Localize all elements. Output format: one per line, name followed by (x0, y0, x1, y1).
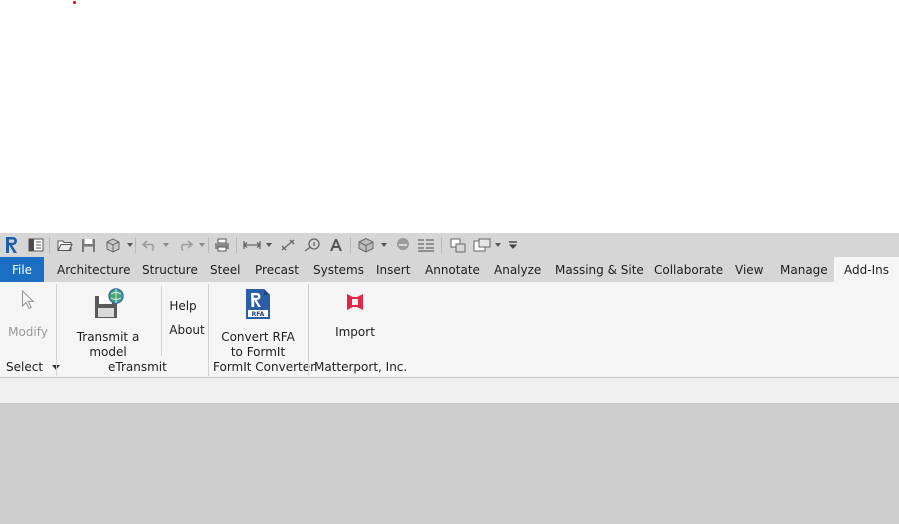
measure-icon[interactable] (243, 237, 261, 253)
rfa-badge: RFA (252, 311, 265, 318)
quick-access-toolbar (0, 233, 899, 257)
sync-cloud-icon[interactable] (104, 237, 122, 253)
cursor-arrow-icon (4, 290, 52, 316)
toolbar-separator (441, 237, 442, 253)
toolbar-separator (135, 237, 136, 253)
open-folder-icon[interactable] (56, 237, 73, 253)
tab-manage[interactable]: Manage (780, 257, 828, 282)
tab-massing-site[interactable]: Massing & Site (555, 257, 644, 282)
toolbar-separator (350, 237, 351, 253)
switch-windows-icon[interactable] (473, 237, 491, 253)
convert-rfa-label-line1: Convert RFA (221, 330, 295, 344)
tab-view[interactable]: View (735, 257, 763, 282)
tab-structure[interactable]: Structure (142, 257, 198, 282)
toolbar-separator (208, 237, 209, 253)
tab-collaborate[interactable]: Collaborate (654, 257, 723, 282)
panel-label-formit-converter: FormIt Converter (213, 360, 316, 374)
undo-icon[interactable] (141, 237, 158, 253)
customize-toolbar-icon[interactable] (507, 237, 519, 253)
ribbon-tab-bar: File Architecture Structure Steel Precas… (0, 257, 899, 282)
close-hidden-windows-icon[interactable] (449, 237, 466, 253)
ribbon-panel-area: Modify Select Transmit a model Help Abou… (0, 282, 899, 378)
tab-systems[interactable]: Systems (313, 257, 364, 282)
panel-label-etransmit: eTransmit (108, 360, 167, 374)
tab-add-ins[interactable]: Add-Ins (834, 257, 899, 282)
chevron-down-icon[interactable] (163, 243, 169, 247)
rfa-file-icon: RFA (215, 288, 301, 320)
transmit-model-icon (60, 288, 156, 320)
matterport-import-button[interactable]: Import (330, 292, 380, 340)
toolbar-separator (49, 237, 50, 253)
chevron-down-icon[interactable] (266, 243, 272, 247)
section-icon[interactable] (394, 237, 411, 253)
chevron-down-icon[interactable] (127, 243, 133, 247)
workspace-area (0, 404, 899, 524)
panel-separator (161, 286, 162, 356)
convert-rfa-button[interactable]: RFA Convert RFA to FormIt (215, 288, 301, 360)
canvas-point-marker (73, 1, 76, 4)
tab-steel[interactable]: Steel (210, 257, 240, 282)
tab-annotate[interactable]: Annotate (425, 257, 480, 282)
panel-label-matterport: Matterport, Inc. (314, 360, 408, 374)
tab-insert[interactable]: Insert (376, 257, 410, 282)
default-3d-view-icon[interactable] (357, 237, 375, 253)
panel-label-select[interactable]: Select (6, 359, 60, 375)
text-icon[interactable] (327, 237, 344, 253)
chevron-down-icon[interactable] (381, 243, 387, 247)
transmit-model-button[interactable]: Transmit a model (60, 288, 156, 360)
save-icon[interactable] (80, 237, 97, 253)
chevron-down-icon[interactable] (199, 243, 205, 247)
toolbar-separator (236, 237, 237, 253)
modify-label: Modify (8, 325, 48, 339)
drawing-canvas[interactable] (0, 0, 899, 233)
panel-separator (56, 284, 57, 376)
about-button[interactable]: About (166, 323, 208, 338)
panel-separator (308, 284, 309, 376)
modify-button[interactable]: Modify (4, 290, 52, 340)
convert-rfa-label-line2: to FormIt (230, 345, 286, 359)
tab-analyze[interactable]: Analyze (494, 257, 541, 282)
tag-icon[interactable] (303, 237, 320, 253)
revit-logo-icon[interactable] (4, 237, 20, 253)
tab-file[interactable]: File (0, 257, 44, 282)
chevron-down-icon[interactable] (495, 243, 501, 247)
help-button[interactable]: Help (166, 299, 200, 314)
options-bar (0, 378, 899, 404)
recent-files-icon[interactable] (27, 237, 44, 253)
import-label: Import (335, 325, 375, 339)
panel-separator (208, 284, 209, 376)
redo-icon[interactable] (176, 237, 193, 253)
matterport-logo-icon (330, 292, 380, 320)
print-icon[interactable] (213, 237, 230, 253)
aligned-dimension-icon[interactable] (279, 237, 296, 253)
tab-architecture[interactable]: Architecture (57, 257, 130, 282)
tab-precast[interactable]: Precast (255, 257, 299, 282)
thin-lines-icon[interactable] (417, 237, 435, 253)
transmit-model-label: Transmit a model (76, 330, 140, 359)
